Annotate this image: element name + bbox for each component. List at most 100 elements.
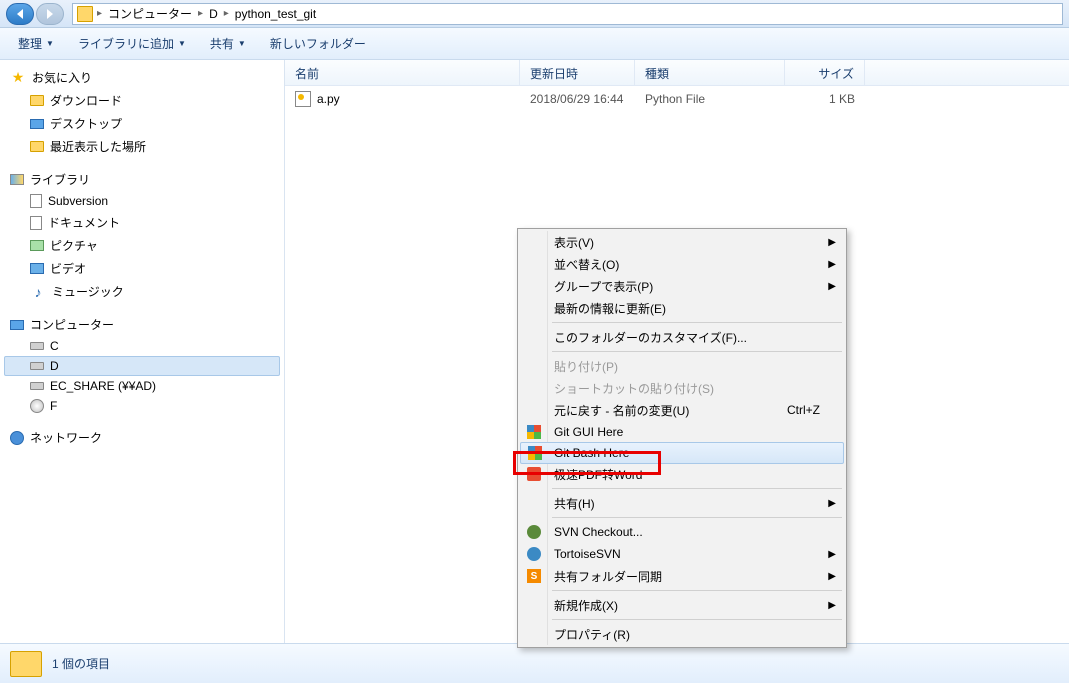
breadcrumb-item[interactable]: D <box>207 7 220 21</box>
column-date[interactable]: 更新日時 <box>520 60 635 85</box>
sidebar-item-drive-ec[interactable]: EC_SHARE (¥¥AD) <box>4 376 280 396</box>
label: プロパティ(R) <box>554 626 820 643</box>
sidebar-item-downloads[interactable]: ダウンロード <box>4 89 280 112</box>
pdf-icon <box>526 466 542 482</box>
python-file-icon <box>295 91 311 107</box>
cm-pdf[interactable]: 极速PDF转Word <box>520 463 844 485</box>
cm-sort[interactable]: 並べ替え(O) ▶ <box>520 253 844 275</box>
sidebar-network-header[interactable]: ネットワーク <box>4 426 280 449</box>
sidebar-item-videos[interactable]: ビデオ <box>4 257 280 280</box>
tortoise-icon <box>526 546 542 562</box>
label: TortoiseSVN <box>554 547 820 561</box>
network-icon <box>10 431 24 445</box>
column-size[interactable]: サイズ <box>785 60 865 85</box>
breadcrumb[interactable]: ▸ コンピューター ▸ D ▸ python_test_git <box>72 3 1063 25</box>
breadcrumb-item[interactable]: コンピューター <box>106 5 194 22</box>
titlebar: ▸ コンピューター ▸ D ▸ python_test_git <box>0 0 1069 28</box>
label: Subversion <box>48 194 108 208</box>
sidebar-item-documents[interactable]: ドキュメント <box>4 211 280 234</box>
cm-git-bash[interactable]: Git Bash Here <box>520 442 844 464</box>
status-count: 1 個の項目 <box>52 655 110 672</box>
label: 新規作成(X) <box>554 597 820 614</box>
submenu-arrow-icon: ▶ <box>828 549 836 560</box>
cm-view[interactable]: 表示(V)▶ <box>520 231 844 253</box>
folder-icon <box>30 95 44 106</box>
sidebar-item-drive-c[interactable]: C <box>4 336 280 356</box>
monitor-icon <box>30 119 44 129</box>
drive-icon <box>30 342 44 350</box>
disc-icon <box>30 399 44 413</box>
cm-sync[interactable]: S共有フォルダー同期▶ <box>520 565 844 587</box>
sidebar-computer-header[interactable]: コンピューター <box>4 313 280 336</box>
folder-icon <box>77 6 93 22</box>
submenu-arrow-icon: ▶ <box>828 498 836 509</box>
label: 最近表示した場所 <box>50 138 146 155</box>
label: デスクトップ <box>50 115 122 132</box>
share-menu[interactable]: 共有▼ <box>200 31 256 56</box>
drive-icon <box>30 362 44 370</box>
label: F <box>50 399 57 413</box>
label: ミュージック <box>52 283 124 300</box>
cm-new[interactable]: 新規作成(X)▶ <box>520 594 844 616</box>
label: 共有フォルダー同期 <box>554 568 820 585</box>
chevron-down-icon: ▼ <box>178 39 186 48</box>
music-icon: ♪ <box>30 284 46 300</box>
chevron-right-icon: ▸ <box>97 8 102 19</box>
label: 表示(V) <box>554 234 820 251</box>
cm-svn-checkout[interactable]: SVN Checkout... <box>520 521 844 543</box>
submenu-arrow-icon: ▶ <box>828 259 836 270</box>
label: D <box>50 359 59 373</box>
organize-menu[interactable]: 整理▼ <box>8 31 64 56</box>
label: Git Bash Here <box>554 446 820 460</box>
cm-undo[interactable]: 元に戻す - 名前の変更(U)Ctrl+Z <box>520 399 844 421</box>
nav-forward-button[interactable] <box>36 3 64 25</box>
label: ビデオ <box>50 260 86 277</box>
cm-customize[interactable]: このフォルダーのカスタマイズ(F)... <box>520 326 844 348</box>
page-icon <box>30 194 42 208</box>
column-name[interactable]: 名前 <box>285 60 520 85</box>
toolbar: 整理▼ ライブラリに追加 ▼ 共有▼ 新しいフォルダー <box>0 28 1069 60</box>
sidebar-item-recent[interactable]: 最近表示した場所 <box>4 135 280 158</box>
sidebar-item-pictures[interactable]: ピクチャ <box>4 234 280 257</box>
chevron-right-icon: ▸ <box>224 8 229 19</box>
breadcrumb-item[interactable]: python_test_git <box>233 7 318 21</box>
column-type[interactable]: 種類 <box>635 60 785 85</box>
sidebar-item-drive-d[interactable]: D <box>4 356 280 376</box>
cm-properties[interactable]: プロパティ(R) <box>520 623 844 645</box>
cm-paste: 貼り付け(P) <box>520 355 844 377</box>
file-name: a.py <box>317 92 340 106</box>
sidebar-item-subversion[interactable]: Subversion <box>4 191 280 211</box>
page-icon <box>30 216 42 230</box>
cm-share[interactable]: 共有(H)▶ <box>520 492 844 514</box>
label: 並べ替え(O) <box>554 256 820 273</box>
video-icon <box>30 263 44 274</box>
cm-tortoise[interactable]: TortoiseSVN ▶ <box>520 543 844 565</box>
label: 极速PDF转Word <box>554 466 820 483</box>
label: 元に戻す - 名前の変更(U) <box>554 402 820 419</box>
label: 貼り付け(P) <box>554 358 820 375</box>
sidebar-item-desktop[interactable]: デスクトップ <box>4 112 280 135</box>
new-folder-button[interactable]: 新しいフォルダー <box>260 31 376 56</box>
label: ライブラリに追加 <box>78 35 174 52</box>
sidebar-item-music[interactable]: ♪ ミュージック <box>4 280 280 303</box>
label: コンピューター <box>30 316 114 333</box>
label: ネットワーク <box>30 429 102 446</box>
add-library-menu[interactable]: ライブラリに追加 ▼ <box>68 31 196 56</box>
folder-icon <box>10 651 42 677</box>
sidebar-item-drive-f[interactable]: F <box>4 396 280 416</box>
label: ショートカットの貼り付け(S) <box>554 380 820 397</box>
label: ピクチャ <box>50 237 98 254</box>
label: 共有 <box>210 35 234 52</box>
sidebar-favorites-header[interactable]: ★お気に入り <box>4 66 280 89</box>
nav-back-button[interactable] <box>6 3 34 25</box>
shortcut: Ctrl+Z <box>787 403 820 417</box>
image-icon <box>30 240 44 251</box>
file-date: 2018/06/29 16:44 <box>520 92 635 106</box>
cm-refresh[interactable]: 最新の情報に更新(E) <box>520 297 844 319</box>
sidebar-libraries-header[interactable]: ライブラリ <box>4 168 280 191</box>
cm-group[interactable]: グループで表示(P)▶ <box>520 275 844 297</box>
chevron-right-icon: ▸ <box>198 8 203 19</box>
label: ライブラリ <box>30 171 90 188</box>
cm-git-gui[interactable]: Git GUI Here <box>520 421 844 443</box>
file-row[interactable]: a.py 2018/06/29 16:44 Python File 1 KB <box>285 86 1069 108</box>
